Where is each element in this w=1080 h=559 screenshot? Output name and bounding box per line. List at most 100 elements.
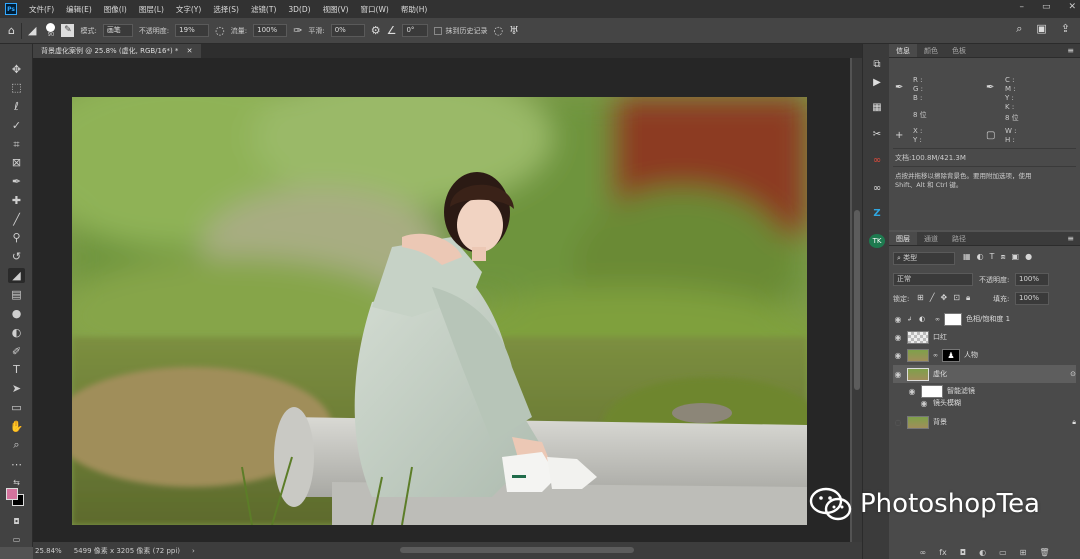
- document-info[interactable]: 5499 像素 x 3205 像素 (72 ppi): [74, 546, 180, 556]
- smoothing-input[interactable]: 0%: [330, 24, 365, 37]
- fx-icon[interactable]: fx: [939, 548, 947, 557]
- brush-tool-icon[interactable]: ╱: [8, 212, 25, 227]
- plugin-link-icon[interactable]: ∞: [869, 182, 885, 196]
- vertical-scrollbar[interactable]: [852, 58, 862, 542]
- mode-select[interactable]: 画笔: [102, 24, 133, 37]
- more-tools-icon[interactable]: ⋯: [8, 457, 25, 472]
- lock-pixels-icon[interactable]: ╱: [930, 293, 935, 303]
- foreground-color-swatch[interactable]: [6, 488, 18, 500]
- frame-tool-icon[interactable]: ⊠: [8, 155, 25, 170]
- visibility-eye-icon[interactable]: ◉: [893, 315, 903, 324]
- maximize-icon[interactable]: ▭: [1042, 2, 1051, 12]
- gear-icon[interactable]: ⚙: [371, 24, 381, 37]
- pen-tool-icon[interactable]: ✐: [8, 344, 25, 359]
- path-selection-tool-icon[interactable]: ➤: [8, 381, 25, 396]
- scroll-thumb[interactable]: [854, 210, 860, 390]
- layer-row-blur[interactable]: ◉ 虚化 ⊙: [893, 365, 1076, 383]
- visibility-eye-icon[interactable]: ◌: [893, 418, 903, 427]
- shape-tool-icon[interactable]: ▭: [8, 400, 25, 415]
- tk-plugin-icon[interactable]: TK: [869, 234, 885, 248]
- history-brush-tool-icon[interactable]: ↺: [8, 249, 25, 264]
- status-menu-icon[interactable]: ›: [192, 547, 195, 555]
- symmetry-icon[interactable]: ♅: [509, 24, 519, 37]
- menu-type[interactable]: 文字(Y): [170, 4, 207, 15]
- menu-image[interactable]: 图像(I): [98, 4, 133, 15]
- horizontal-scrollbar[interactable]: [400, 547, 634, 553]
- filter-shape-icon[interactable]: ⧈: [1000, 252, 1005, 262]
- layer-row-hue-sat[interactable]: ◉ ↲ ◐ ∞ 色相/饱和度 1: [893, 310, 1076, 328]
- blur-tool-icon[interactable]: ●: [8, 306, 25, 321]
- menu-help[interactable]: 帮助(H): [395, 4, 434, 15]
- workspace-icon[interactable]: ▣: [1036, 22, 1046, 36]
- zerene-plugin-icon[interactable]: Z: [869, 207, 885, 221]
- lock-position-icon[interactable]: ✥: [941, 293, 948, 303]
- filter-adjustment-icon[interactable]: ◐: [977, 252, 984, 262]
- zoom-level[interactable]: 25.84%: [35, 547, 62, 555]
- quick-select-tool-icon[interactable]: ✓: [8, 118, 25, 133]
- pressure-opacity-icon[interactable]: ◌: [215, 24, 225, 37]
- blend-mode-select[interactable]: 正常: [893, 273, 973, 286]
- visibility-eye-icon[interactable]: ◉: [893, 333, 903, 342]
- crop-tool-icon[interactable]: ⌗: [8, 137, 25, 152]
- history-panel-icon[interactable]: ⧉: [869, 58, 885, 72]
- menu-window[interactable]: 窗口(W): [355, 4, 395, 15]
- minimize-icon[interactable]: –: [1019, 2, 1024, 12]
- healing-brush-tool-icon[interactable]: ✚: [8, 193, 25, 208]
- smart-filter-toggle-icon[interactable]: ⊙: [1070, 370, 1076, 378]
- marquee-tool-icon[interactable]: ⬚: [8, 80, 25, 95]
- share-icon[interactable]: ⇪: [1061, 22, 1070, 36]
- dodge-tool-icon[interactable]: ◐: [8, 325, 25, 340]
- tab-channels[interactable]: 通道: [917, 232, 945, 245]
- screen-mode-icon[interactable]: ▭: [8, 532, 25, 547]
- lock-all-icon[interactable]: 🔒︎: [966, 293, 970, 303]
- layer-fill-input[interactable]: 100%: [1015, 292, 1049, 305]
- layer-row-lipstick[interactable]: ◉ 口红: [893, 328, 1076, 346]
- layer-row-person[interactable]: ◉ ∞ ♟ 人物: [893, 346, 1076, 364]
- pressure-size-icon[interactable]: ◌: [493, 24, 503, 37]
- brush-settings-icon[interactable]: ✎: [61, 24, 75, 37]
- new-group-icon[interactable]: ▭: [999, 548, 1007, 557]
- close-icon[interactable]: ✕: [1068, 2, 1076, 12]
- visibility-eye-icon[interactable]: ◉: [893, 351, 903, 360]
- menu-3d[interactable]: 3D(D): [282, 5, 316, 14]
- layer-opacity-input[interactable]: 100%: [1015, 273, 1049, 286]
- menu-filter[interactable]: 滤镜(T): [245, 4, 282, 15]
- add-mask-icon[interactable]: ◘: [960, 548, 966, 557]
- quick-mask-icon[interactable]: ◘: [8, 514, 25, 529]
- layer-row-background[interactable]: ◌ 背景 🔒︎: [893, 413, 1076, 431]
- filter-pixel-icon[interactable]: ▦: [963, 252, 971, 262]
- lock-artboard-icon[interactable]: ⊡: [953, 293, 960, 303]
- lasso-tool-icon[interactable]: ℓ: [8, 99, 25, 114]
- menu-edit[interactable]: 编辑(E): [60, 4, 98, 15]
- tab-paths[interactable]: 路径: [945, 232, 973, 245]
- properties-panel-icon[interactable]: ▦: [869, 101, 885, 115]
- document-canvas-photo[interactable]: [72, 97, 807, 525]
- actions-play-icon[interactable]: ▶: [869, 76, 885, 90]
- zoom-tool-icon[interactable]: ⌕: [8, 437, 25, 452]
- eyedropper-tool-icon[interactable]: ✒: [8, 174, 25, 189]
- filter-smart-icon[interactable]: ▣: [1012, 252, 1020, 262]
- new-adjustment-icon[interactable]: ◐: [979, 548, 986, 557]
- panel-menu-icon[interactable]: ≡: [1067, 234, 1074, 243]
- gradient-tool-icon[interactable]: ▤: [8, 287, 25, 302]
- airbrush-icon[interactable]: ✑: [293, 24, 302, 37]
- filter-toggle-icon[interactable]: ●: [1025, 252, 1032, 262]
- menu-file[interactable]: 文件(F): [23, 4, 60, 15]
- visibility-eye-icon[interactable]: ◉: [919, 399, 929, 408]
- brush-preset-picker[interactable]: 90: [46, 23, 56, 38]
- menu-layer[interactable]: 图层(L): [133, 4, 170, 15]
- opacity-input[interactable]: 19%: [175, 24, 210, 37]
- erase-history-checkbox[interactable]: 抹到历史记录: [434, 26, 487, 36]
- visibility-eye-icon[interactable]: ◉: [907, 387, 917, 396]
- tools-options-icon[interactable]: ✂: [869, 128, 885, 142]
- hand-tool-icon[interactable]: ✋: [8, 419, 25, 434]
- clone-stamp-tool-icon[interactable]: ⚲: [8, 230, 25, 245]
- flow-input[interactable]: 100%: [253, 24, 288, 37]
- angle-input[interactable]: 0°: [402, 24, 429, 37]
- close-tab-icon[interactable]: ✕: [187, 47, 193, 55]
- eraser-tool-preset-icon[interactable]: ◢: [28, 24, 36, 37]
- visibility-eye-icon[interactable]: ◉: [893, 370, 903, 379]
- delete-layer-icon[interactable]: 🗑︎: [1039, 548, 1049, 557]
- lock-transparent-icon[interactable]: ⊞: [917, 293, 924, 303]
- link-layers-icon[interactable]: ∞: [920, 548, 927, 557]
